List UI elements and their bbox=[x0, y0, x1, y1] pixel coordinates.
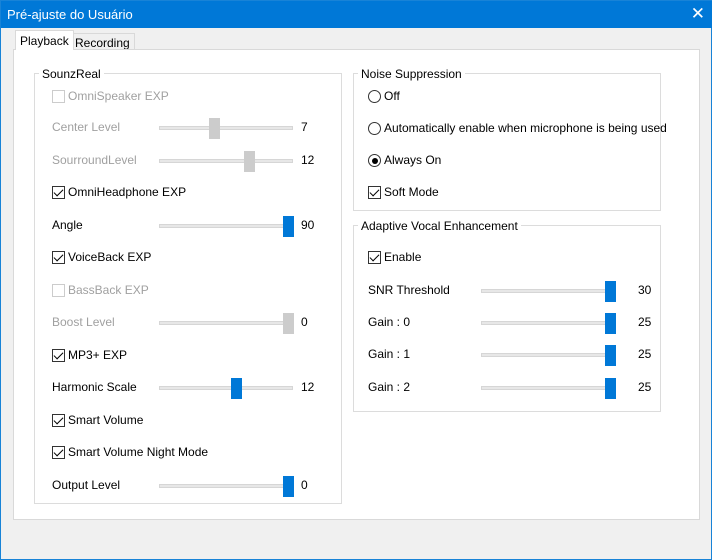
gain-1-slider[interactable] bbox=[481, 345, 616, 366]
smart-volume-checkbox[interactable] bbox=[52, 414, 65, 427]
close-icon[interactable]: ✕ bbox=[691, 4, 705, 24]
boost-level-slider[interactable] bbox=[159, 313, 294, 334]
angle-label: Angle bbox=[52, 218, 83, 232]
boost-level-value: 0 bbox=[301, 315, 308, 329]
snr-threshold-value: 30 bbox=[638, 283, 652, 297]
harmonic-scale-label: Harmonic Scale bbox=[52, 380, 137, 394]
output-level-slider[interactable] bbox=[159, 476, 294, 497]
always-on-label: Always On bbox=[384, 153, 442, 167]
sourroundlevel-value: 12 bbox=[301, 153, 315, 167]
slider-thumb[interactable] bbox=[605, 378, 616, 399]
center-level-slider[interactable] bbox=[159, 118, 293, 139]
omnispeaker-exp-checkbox[interactable] bbox=[52, 90, 65, 103]
sourroundlevel-slider[interactable] bbox=[159, 151, 293, 172]
gain-0-label: Gain : 0 bbox=[368, 315, 411, 329]
voiceback-exp-checkbox[interactable] bbox=[52, 251, 65, 264]
off-label: Off bbox=[384, 89, 400, 103]
soft-mode-label: Soft Mode bbox=[384, 185, 439, 199]
off-radio[interactable] bbox=[368, 90, 381, 103]
smart-volume-night-mode-checkbox[interactable] bbox=[52, 446, 65, 459]
omnispeaker-exp-label: OmniSpeaker EXP bbox=[68, 89, 169, 103]
center-level-value: 7 bbox=[301, 120, 308, 134]
group-title: Adaptive Vocal Enhancement bbox=[358, 219, 521, 233]
gain-2-label: Gain : 2 bbox=[368, 380, 411, 394]
smart-volume-night-mode-label: Smart Volume Night Mode bbox=[68, 445, 209, 459]
output-level-value: 0 bbox=[301, 478, 308, 492]
slider-thumb[interactable] bbox=[283, 216, 294, 237]
bassback-exp-label: BassBack EXP bbox=[68, 283, 149, 297]
group-title: SounzReal bbox=[39, 67, 104, 81]
gain-2-slider[interactable] bbox=[481, 378, 616, 399]
slider-thumb[interactable] bbox=[243, 151, 255, 172]
tab-playback[interactable]: Playback bbox=[15, 30, 74, 50]
window-title: Pré-ajuste do Usuário bbox=[7, 7, 133, 22]
slider-thumb[interactable] bbox=[283, 313, 294, 334]
voiceback-exp-label: VoiceBack EXP bbox=[68, 250, 152, 264]
slider-thumb[interactable] bbox=[605, 281, 616, 302]
soft-mode-checkbox[interactable] bbox=[368, 186, 381, 199]
group-title: Noise Suppression bbox=[358, 67, 465, 81]
mp3-exp-checkbox[interactable] bbox=[52, 349, 65, 362]
slider-thumb[interactable] bbox=[605, 345, 616, 366]
smart-volume-label: Smart Volume bbox=[68, 413, 144, 427]
bassback-exp-checkbox[interactable] bbox=[52, 284, 65, 297]
gain-1-label: Gain : 1 bbox=[368, 347, 411, 361]
harmonic-scale-value: 12 bbox=[301, 380, 315, 394]
automatically-enable-when-microphone-is-being-used-radio[interactable] bbox=[368, 122, 381, 135]
tab-recording[interactable]: Recording bbox=[70, 33, 135, 50]
sourroundlevel-label: SourroundLevel bbox=[52, 153, 137, 167]
always-on-radio[interactable] bbox=[368, 154, 381, 167]
snr-threshold-slider[interactable] bbox=[481, 281, 616, 302]
harmonic-scale-slider[interactable] bbox=[159, 378, 293, 399]
boost-level-label: Boost Level bbox=[52, 315, 115, 329]
center-level-label: Center Level bbox=[52, 120, 121, 134]
gain-2-value: 25 bbox=[638, 380, 652, 394]
gain-0-value: 25 bbox=[638, 315, 652, 329]
gain-0-slider[interactable] bbox=[481, 313, 616, 334]
snr-threshold-label: SNR Threshold bbox=[368, 283, 450, 297]
angle-slider[interactable] bbox=[159, 216, 294, 237]
enable-checkbox[interactable] bbox=[368, 251, 381, 264]
angle-value: 90 bbox=[301, 218, 315, 232]
slider-thumb[interactable] bbox=[283, 476, 294, 497]
title-bar: Pré-ajuste do Usuário ✕ bbox=[1, 1, 712, 28]
slider-thumb[interactable] bbox=[209, 118, 221, 139]
output-level-label: Output Level bbox=[52, 478, 121, 492]
slider-thumb[interactable] bbox=[231, 378, 243, 399]
omniheadphone-exp-checkbox[interactable] bbox=[52, 186, 65, 199]
enable-label: Enable bbox=[384, 250, 422, 264]
mp3-exp-label: MP3+ EXP bbox=[68, 348, 128, 362]
slider-thumb[interactable] bbox=[605, 313, 616, 334]
omniheadphone-exp-label: OmniHeadphone EXP bbox=[68, 185, 187, 199]
gain-1-value: 25 bbox=[638, 347, 652, 361]
automatically-enable-when-microphone-is-being-used-label: Automatically enable when microphone is … bbox=[384, 121, 667, 135]
